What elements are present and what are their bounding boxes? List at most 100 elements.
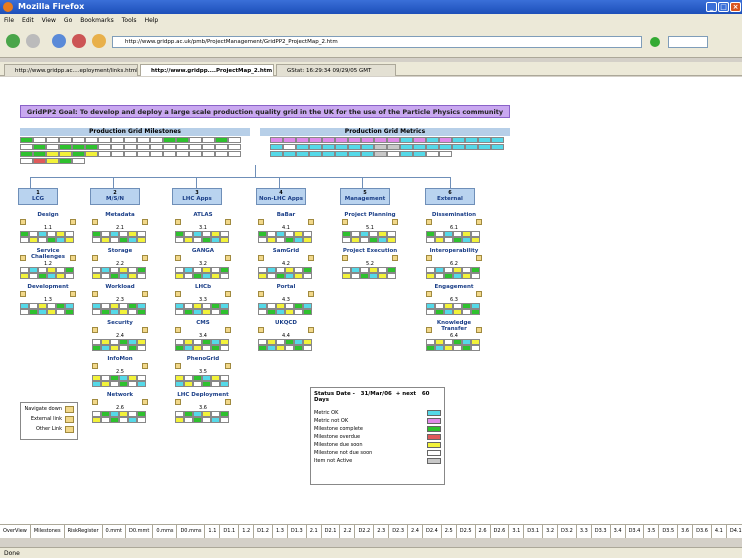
sheet-tab[interactable]: D0.mms <box>177 525 206 538</box>
sheet-tab[interactable]: 2.5 <box>441 525 457 538</box>
sheet-tab[interactable]: 0.mms <box>153 525 178 538</box>
sheet-tab[interactable]: 3.1 <box>509 525 525 538</box>
status-cell[interactable] <box>175 381 184 387</box>
status-cell[interactable] <box>444 237 453 243</box>
status-cell[interactable] <box>471 309 480 315</box>
status-cell[interactable] <box>342 273 351 279</box>
project-col6-1[interactable]: Interoperability 6.2 <box>426 248 482 279</box>
status-cell[interactable] <box>471 345 480 351</box>
status-cell[interactable] <box>435 273 444 279</box>
stop-icon[interactable] <box>72 34 86 48</box>
navigate-down-icon[interactable] <box>20 255 26 261</box>
navigate-down-icon[interactable] <box>175 399 181 405</box>
sheet-tab[interactable]: Milestones <box>30 525 65 538</box>
status-cell[interactable] <box>220 237 229 243</box>
project-col3-1[interactable]: GANGA 3.2 <box>175 248 231 279</box>
navigate-down-icon[interactable] <box>175 219 181 225</box>
area-lcg[interactable]: 1 LCG <box>18 188 58 205</box>
sheet-tab[interactable]: D2.4 <box>422 525 442 538</box>
project-col4-2[interactable]: Portal 4.3 <box>258 284 314 315</box>
project-col1-1[interactable]: Service Challenges 1.2 <box>20 248 76 279</box>
menu-view[interactable]: View <box>38 14 60 24</box>
status-cell[interactable] <box>128 345 137 351</box>
project-col2-2[interactable]: Workload 2.3 <box>92 284 148 315</box>
sheet-tab[interactable]: D3.6 <box>693 525 712 538</box>
reload-icon[interactable] <box>52 34 66 48</box>
status-cell[interactable] <box>29 273 38 279</box>
status-cell[interactable] <box>435 345 444 351</box>
status-cell[interactable] <box>258 345 267 351</box>
external-link-icon[interactable] <box>225 363 231 369</box>
project-col4-0[interactable]: BaBar 4.1 <box>258 212 314 243</box>
sheet-tab[interactable]: D2.2 <box>355 525 375 538</box>
status-cell[interactable] <box>303 273 312 279</box>
status-cell[interactable] <box>267 345 276 351</box>
status-cell[interactable] <box>462 309 471 315</box>
external-link-icon[interactable] <box>142 291 148 297</box>
status-cell[interactable] <box>65 309 74 315</box>
status-cell[interactable] <box>202 273 211 279</box>
external-link-icon[interactable] <box>70 255 76 261</box>
status-cell[interactable] <box>184 273 193 279</box>
status-cell[interactable] <box>47 237 56 243</box>
status-cell[interactable] <box>444 273 453 279</box>
status-cell[interactable] <box>276 309 285 315</box>
status-cell[interactable] <box>435 237 444 243</box>
status-cell[interactable] <box>462 237 471 243</box>
status-cell[interactable] <box>110 417 119 423</box>
status-cell[interactable] <box>220 345 229 351</box>
status-cell[interactable] <box>193 237 202 243</box>
status-cell[interactable] <box>119 237 128 243</box>
project-col5-1[interactable]: Project Execution 5.2 <box>342 248 398 279</box>
status-cell[interactable] <box>285 309 294 315</box>
status-cell[interactable] <box>211 237 220 243</box>
navigate-down-icon[interactable] <box>92 363 98 369</box>
external-link-icon[interactable] <box>225 327 231 333</box>
project-col6-2[interactable]: Engagement 6.3 <box>426 284 482 315</box>
status-cell[interactable] <box>378 273 387 279</box>
status-cell[interactable] <box>387 273 396 279</box>
external-link-icon[interactable] <box>308 219 314 225</box>
project-col2-0[interactable]: Metadata 2.1 <box>92 212 148 243</box>
status-cell[interactable] <box>360 273 369 279</box>
status-cell[interactable] <box>426 237 435 243</box>
status-cell[interactable] <box>110 237 119 243</box>
project-col3-5[interactable]: LHC Deployment 3.6 <box>175 392 231 423</box>
status-cell[interactable] <box>110 381 119 387</box>
sheet-tab[interactable]: 1.3 <box>272 525 288 538</box>
project-col3-3[interactable]: CMS 3.4 <box>175 320 231 351</box>
status-cell[interactable] <box>211 345 220 351</box>
status-cell[interactable] <box>202 309 211 315</box>
status-cell[interactable] <box>65 273 74 279</box>
status-cell[interactable] <box>47 309 56 315</box>
status-cell[interactable] <box>175 417 184 423</box>
sheet-tab[interactable]: 4.1 <box>711 525 727 538</box>
status-cell[interactable] <box>462 273 471 279</box>
status-cell[interactable] <box>38 273 47 279</box>
status-cell[interactable] <box>369 273 378 279</box>
sheet-tab[interactable]: D3.2 <box>558 525 577 538</box>
navigate-down-icon[interactable] <box>258 291 264 297</box>
navigate-down-icon[interactable] <box>92 255 98 261</box>
menu-go[interactable]: Go <box>60 14 76 24</box>
project-col2-5[interactable]: Network 2.6 <box>92 392 148 423</box>
external-link-icon[interactable] <box>225 291 231 297</box>
status-cell[interactable] <box>20 273 29 279</box>
status-cell[interactable] <box>360 237 369 243</box>
status-cell[interactable] <box>101 381 110 387</box>
minimize-icon[interactable]: _ <box>706 2 717 12</box>
menu-file[interactable]: File <box>0 14 18 24</box>
tab-links[interactable]: http://www.gridpp.ac....eployment/links.… <box>4 64 138 76</box>
external-link-icon[interactable] <box>308 255 314 261</box>
external-link-icon[interactable] <box>392 255 398 261</box>
status-cell[interactable] <box>184 417 193 423</box>
sheet-tab[interactable]: D1.3 <box>287 525 307 538</box>
status-cell[interactable] <box>137 273 146 279</box>
search-input[interactable] <box>668 36 708 48</box>
status-cell[interactable] <box>294 237 303 243</box>
menu-edit[interactable]: Edit <box>18 14 38 24</box>
forward-icon[interactable] <box>26 34 40 48</box>
navigate-down-icon[interactable] <box>92 327 98 333</box>
navigate-down-icon[interactable] <box>20 219 26 225</box>
navigate-down-icon[interactable] <box>342 219 348 225</box>
